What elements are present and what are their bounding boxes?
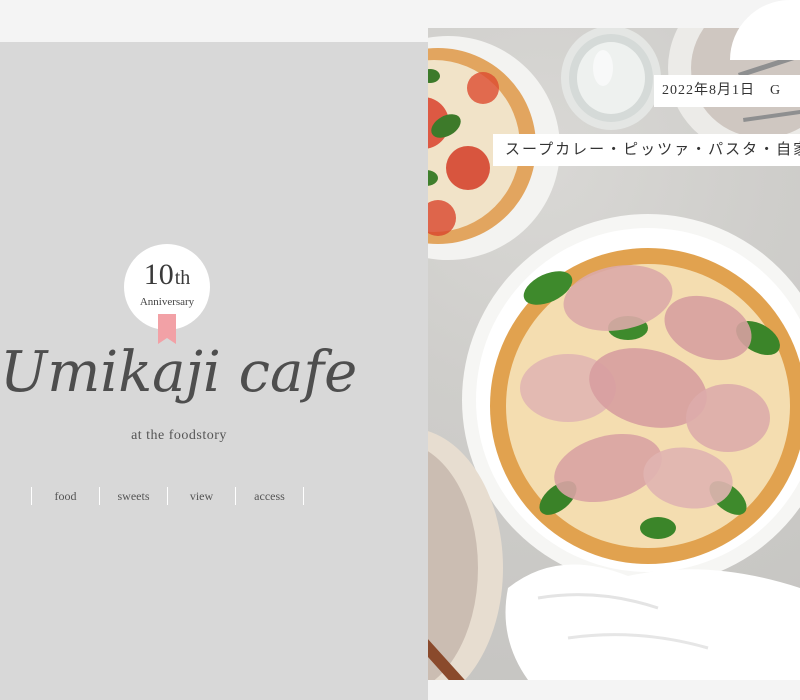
- nav-item-access[interactable]: access: [235, 487, 304, 505]
- hero-photo: 2022年8月1日 G スープカレー・ピッツァ・パスタ・自家: [428, 28, 800, 680]
- nav-item-food[interactable]: food: [31, 487, 99, 505]
- badge-number: 10th: [124, 258, 210, 292]
- nav-item-sweets[interactable]: sweets: [99, 487, 167, 505]
- brand-subtitle: at the foodstory: [131, 428, 227, 443]
- badge-number-suffix: th: [174, 267, 191, 289]
- opening-date-tag: 2022年8月1日 G: [654, 75, 800, 107]
- page: 10th Anniversary Umikaji cafe at the foo…: [0, 0, 800, 700]
- napkin-image: [505, 564, 800, 680]
- brand-title: Umikaji cafe: [0, 340, 358, 405]
- water-glass-image: [561, 28, 661, 130]
- badge-number-value: 10: [143, 258, 174, 291]
- prosciutto-pizza-image: [462, 214, 800, 586]
- food-illustration: [428, 28, 800, 680]
- menu-tag: スープカレー・ピッツァ・パスタ・自家: [493, 134, 800, 166]
- nav-item-view[interactable]: view: [167, 487, 235, 505]
- main-nav: food sweets view access: [31, 487, 304, 505]
- badge-label: Anniversary: [139, 296, 195, 308]
